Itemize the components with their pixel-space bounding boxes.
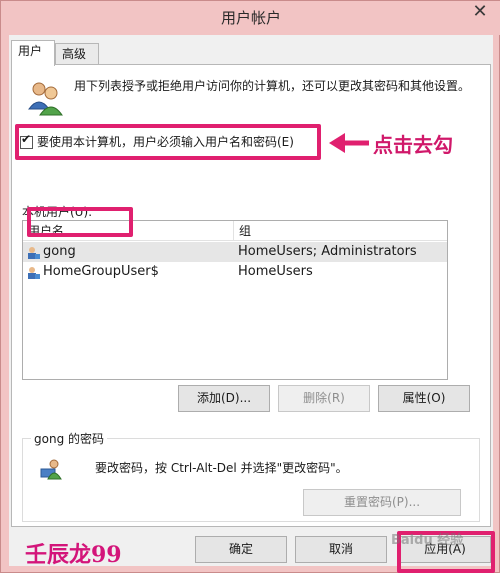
window-title: 用户帐户 — [220, 9, 281, 27]
annotation-box-checkbox — [15, 124, 321, 160]
tab-advanced[interactable]: 高级 — [55, 43, 99, 65]
ok-button[interactable]: 确定 — [195, 536, 287, 563]
user-icon — [28, 267, 40, 279]
row-group: HomeUsers; Administrators — [238, 244, 417, 259]
callout-text: 点击去勾 — [373, 133, 453, 157]
annotation-box-user — [27, 207, 133, 237]
title-bar: 用户帐户 ✕ — [1, 1, 500, 35]
row-group: HomeUsers — [238, 264, 313, 279]
password-group: gong 的密码 要改密码，按 Ctrl-Alt-Del 并选择"更改密码"。 … — [22, 430, 480, 522]
author-watermark: 壬辰龙99 — [25, 542, 122, 568]
keyboard-user-icon — [40, 459, 62, 480]
table-row[interactable]: HomeGroupUser$ HomeUsers — [23, 262, 447, 282]
password-group-title: gong 的密码 — [31, 430, 107, 447]
users-icon — [28, 82, 63, 116]
table-row[interactable]: gong HomeUsers; Administrators — [23, 242, 447, 262]
description-text: 用下列表授予或拒绝用户访问你的计算机，还可以更改其密码和其他设置。 — [74, 79, 471, 93]
users-listview[interactable]: 用户名 组 gong HomeUsers; Administrators Hom… — [22, 220, 448, 380]
site-watermark: Baidu 经验 — [391, 533, 464, 548]
dialog-client-area: 用户 高级 用下列表授予或拒绝用户访问你的计算机，还可以更改其密码和其他设置。 … — [9, 35, 493, 566]
add-user-button[interactable]: 添加(D)... — [178, 385, 270, 412]
tab-users[interactable]: 用户 — [11, 40, 55, 66]
remove-user-button[interactable]: 删除(R) — [278, 385, 370, 412]
reset-password-button[interactable]: 重置密码(P)... — [303, 489, 461, 516]
row-username: HomeGroupUser$ — [43, 264, 159, 279]
user-icon — [28, 247, 40, 259]
cancel-button[interactable]: 取消 — [295, 536, 387, 563]
user-accounts-dialog: 用户帐户 ✕ 用户 高级 用下列表授予或拒绝用户访问你的计算机，还可以更改其密码… — [0, 0, 500, 573]
close-icon[interactable]: ✕ — [463, 1, 497, 25]
properties-button[interactable]: 属性(O) — [378, 385, 470, 412]
arrow-icon — [329, 133, 369, 153]
password-instruction: 要改密码，按 Ctrl-Alt-Del 并选择"更改密码"。 — [95, 461, 348, 475]
column-header-group[interactable]: 组 — [233, 221, 449, 241]
row-username: gong — [43, 244, 76, 259]
